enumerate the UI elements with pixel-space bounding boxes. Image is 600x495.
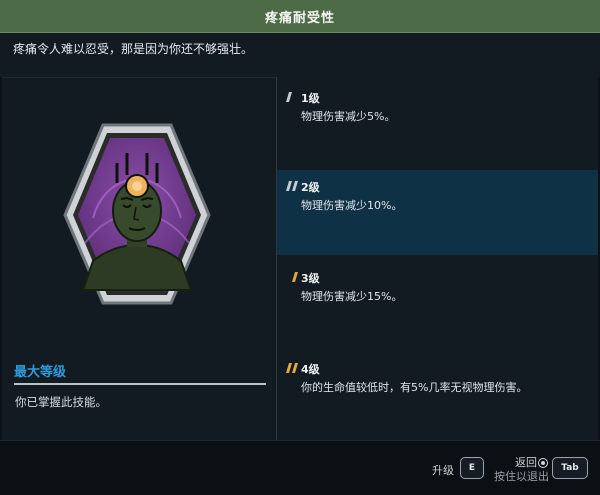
mastered-text: 你已掌握此技能。 (15, 395, 107, 409)
tier-level: 2级 (301, 181, 320, 194)
skill-title: 疼痛耐受性 (264, 10, 335, 26)
tier-marker-icon (286, 92, 292, 102)
tier-row-2[interactable]: 2级 物理伤害减少10%。 (277, 170, 598, 255)
back-icon (538, 458, 548, 468)
tier-description: 你的生命值较低时，有5%几率无视物理伤害。 (301, 381, 528, 394)
max-level-label: 最大等级 (14, 365, 67, 380)
title-bar: 疼痛耐受性 (0, 0, 600, 33)
description-area: 疼痛令人难以忍受，那是因为你还不够强壮。 (0, 33, 600, 77)
tier-marker-icon (286, 181, 298, 191)
tier-row-4[interactable]: 4级 你的生命值较低时，有5%几率无视物理伤害。 (277, 352, 598, 437)
tier-marker-icon (286, 363, 298, 373)
hold-exit-label: 按住以退出 (494, 470, 549, 483)
upgrade-label: 升级 (432, 464, 454, 477)
tier-level: 1级 (301, 92, 320, 105)
upgrade-key-button[interactable]: E (460, 457, 484, 479)
tier-level: 3级 (301, 272, 320, 285)
tier-marker-icon (292, 272, 298, 282)
tier-row-1[interactable]: 1级 物理伤害减少5%。 (277, 81, 598, 166)
tier-description: 物理伤害减少5%。 (301, 110, 396, 123)
skill-description: 疼痛令人难以忍受，那是因为你还不够强壮。 (13, 42, 254, 56)
section-divider (14, 383, 266, 385)
tier-description: 物理伤害减少15%。 (301, 290, 403, 303)
tier-row-3[interactable]: 3级 物理伤害减少15%。 (277, 261, 598, 346)
tab-key-button[interactable]: Tab (552, 457, 588, 479)
meditating-figure-emblem-icon (63, 123, 211, 305)
tier-level: 4级 (301, 363, 320, 376)
tier-description: 物理伤害减少10%。 (301, 199, 403, 212)
